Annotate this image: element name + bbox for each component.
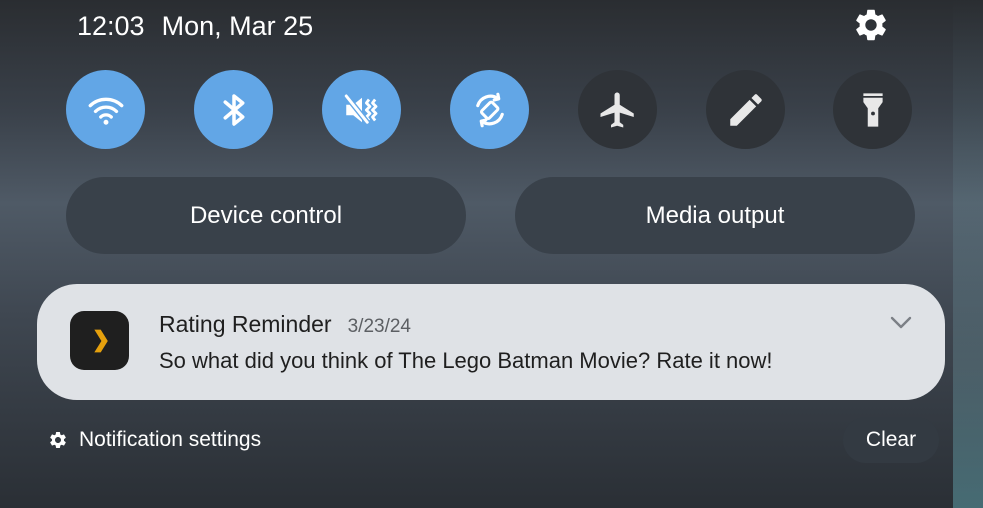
plex-chevron-icon [93, 329, 108, 352]
quick-settings-panel: 12:03 Mon, Mar 25 Device control Media o… [0, 0, 983, 508]
notification-header: Rating Reminder 3/23/24 [159, 311, 411, 338]
notification-card[interactable]: Rating Reminder 3/23/24 So what did you … [37, 284, 945, 400]
app-icon [70, 311, 129, 370]
notification-settings-label: Notification settings [79, 428, 262, 451]
toggle-bluetooth[interactable] [194, 70, 273, 149]
status-bar: 12:03 Mon, Mar 25 [77, 8, 313, 44]
toggle-auto-rotate[interactable] [450, 70, 529, 149]
clock: 12:03 [77, 10, 145, 41]
toggle-airplane-mode[interactable] [578, 70, 657, 149]
wifi-icon [88, 97, 123, 125]
quick-toggle-row [66, 70, 912, 149]
device-control-label: Device control [189, 201, 343, 229]
toggle-sound[interactable] [322, 70, 401, 149]
toggle-wifi[interactable] [66, 70, 145, 149]
notification-body: So what did you think of The Lego Batman… [159, 348, 773, 373]
notification-title: Rating Reminder [159, 311, 332, 337]
media-output-label: Media output [645, 201, 785, 229]
chevron-down-icon[interactable] [889, 314, 913, 332]
settings-gear-icon[interactable] [852, 6, 890, 44]
notification-date: 3/23/24 [347, 316, 411, 337]
date: Mon, Mar 25 [161, 10, 314, 41]
airplane-icon [600, 92, 634, 127]
clear-label: Clear [865, 428, 917, 451]
flashlight-icon [862, 92, 883, 127]
media-output-button[interactable]: Media output [515, 177, 915, 254]
vibrate-mute-icon [343, 93, 377, 124]
bluetooth-icon [223, 93, 244, 126]
device-control-button[interactable]: Device control [66, 177, 466, 254]
clear-button[interactable]: Clear [843, 417, 939, 463]
auto-rotate-icon [475, 92, 504, 127]
toggle-flashlight[interactable] [833, 70, 912, 149]
toggle-edit[interactable] [706, 70, 785, 149]
gear-icon [50, 431, 66, 448]
pencil-icon [729, 93, 762, 126]
notification-settings-link[interactable]: Notification settings [48, 425, 261, 455]
